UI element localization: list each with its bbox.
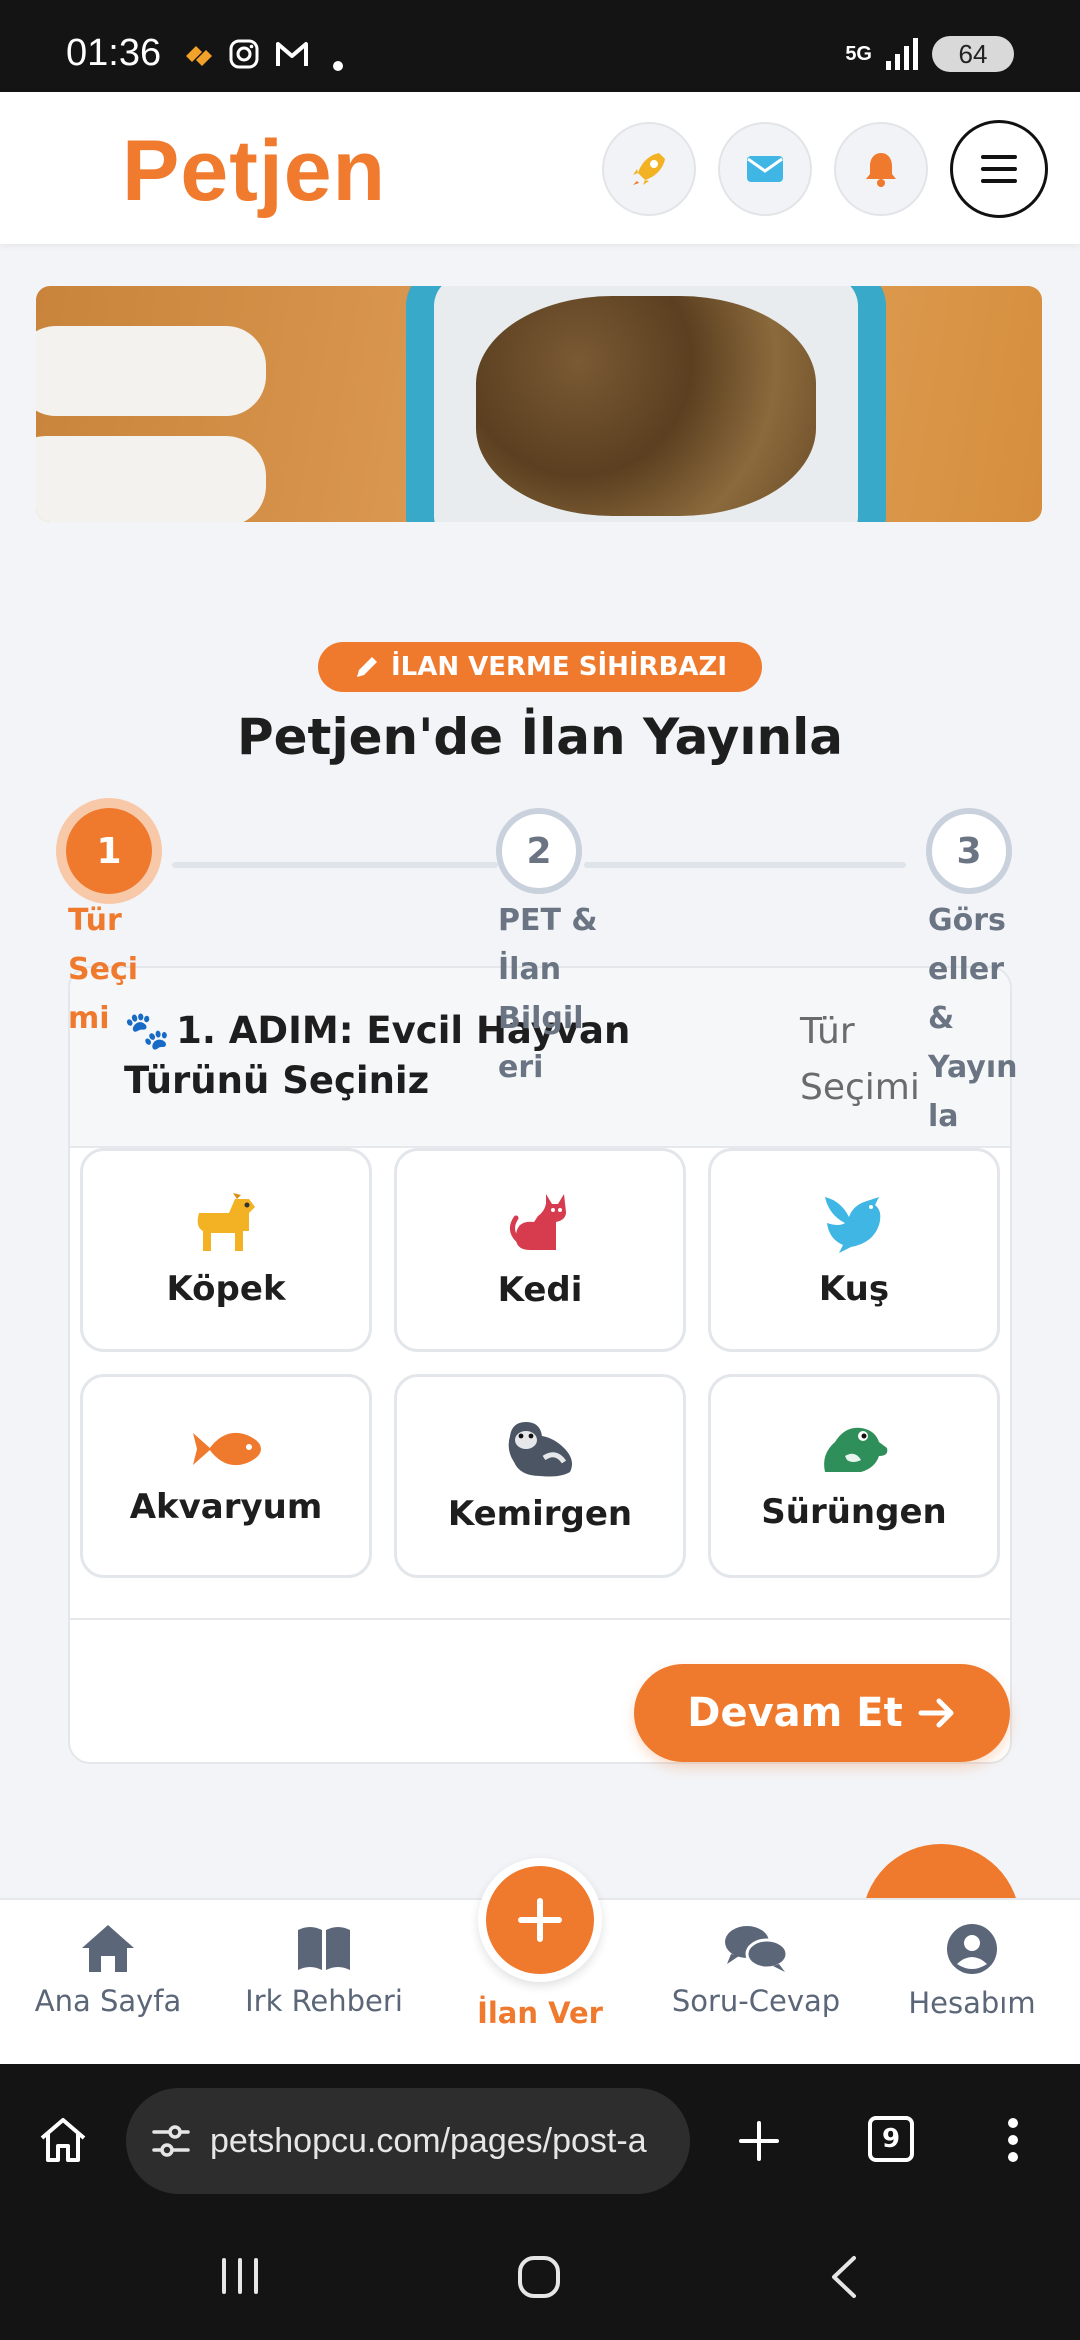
continue-button[interactable]: Devam Et: [634, 1664, 1010, 1762]
rocket-icon: [633, 153, 665, 185]
user-circle-icon: [947, 1924, 997, 1974]
more-notifications-icon: [333, 61, 343, 71]
nav-breed-guide[interactable]: Irk Rehberi: [224, 1922, 424, 2018]
step-3-label: Görs eller & Yayın la: [928, 903, 1018, 1134]
bell-icon: [866, 153, 896, 187]
boost-button[interactable]: [602, 122, 696, 216]
nav-post-ad-button[interactable]: [478, 1858, 602, 1982]
pet-option-dog[interactable]: Köpek: [80, 1148, 372, 1352]
browser-home-icon[interactable]: [38, 2116, 88, 2164]
frog-icon: [824, 1427, 888, 1472]
pet-option-label: Akvaryum: [129, 1487, 323, 1527]
pet-option-label: Köpek: [166, 1269, 286, 1309]
pet-option-bird[interactable]: Kuş: [708, 1148, 1000, 1352]
hero-banner: [36, 286, 1042, 522]
fish-icon: [193, 1432, 261, 1466]
chat-bubbles-icon: [725, 1926, 789, 1972]
back-icon[interactable]: [826, 2254, 860, 2300]
pet-option-aquarium[interactable]: Akvaryum: [80, 1374, 372, 1578]
nav-account[interactable]: Hesabım: [872, 1922, 1072, 2020]
nav-post-ad-label: İlan Ver: [477, 1996, 603, 2030]
step-1-label: Tür Seçi mi: [68, 903, 139, 1036]
pencil-icon: [356, 657, 377, 677]
book-icon: [298, 1927, 350, 1970]
step-1-indicator[interactable]: 1: [66, 808, 152, 894]
pet-option-label: Kuş: [818, 1269, 890, 1309]
app-notification-icon: [186, 46, 212, 66]
cat-icon: [510, 1194, 566, 1250]
instagram-icon: [229, 39, 259, 69]
tab-switcher-button[interactable]: 9: [868, 2116, 914, 2162]
envelope-icon: [747, 156, 783, 182]
stepper-line: [172, 862, 498, 868]
step-2-indicator[interactable]: 2: [496, 808, 582, 894]
card-divider: [70, 1618, 1010, 1620]
home-icon: [82, 1925, 134, 1972]
gmail-icon: [276, 42, 308, 66]
url-text: petshopcu.com/pages/post-a: [210, 2121, 647, 2160]
hamburger-icon: [981, 155, 1017, 159]
pet-option-reptile[interactable]: Sürüngen: [708, 1374, 1000, 1578]
petjen-logo[interactable]: Petjen: [122, 122, 386, 221]
pet-option-label: Kedi: [497, 1270, 583, 1310]
nav-qa[interactable]: Soru-Cevap: [656, 1922, 856, 2018]
network-type: 5G: [845, 42, 872, 65]
address-bar[interactable]: petshopcu.com/pages/post-a: [126, 2088, 690, 2194]
logo-text: Petjen: [122, 123, 387, 219]
battery-level: 64: [958, 38, 988, 69]
status-time: 01:36: [66, 32, 162, 74]
pet-option-label: Sürüngen: [761, 1492, 947, 1532]
messages-button[interactable]: [718, 122, 812, 216]
pet-food-image: [476, 296, 816, 516]
system-navigation-bar: [0, 2216, 1080, 2340]
browser-toolbar: petshopcu.com/pages/post-a 9: [0, 2064, 1080, 2216]
status-bar: 01:36 5G 64: [0, 0, 1080, 92]
plus-icon: [518, 1898, 562, 1942]
hamburger-menu-button[interactable]: [950, 120, 1048, 218]
step-2-label: PET & İlan Bilgil eri: [498, 903, 598, 1085]
pet-option-cat[interactable]: Kedi: [394, 1148, 686, 1352]
wizard-badge-text: İLAN VERME SİHİRBAZI: [390, 652, 728, 682]
pet-option-label: Kemirgen: [447, 1494, 633, 1534]
pet-option-rodent[interactable]: Kemirgen: [394, 1374, 686, 1578]
battery-icon: 64: [932, 36, 1014, 72]
otter-icon: [508, 1422, 572, 1477]
arrow-right-icon: [918, 1698, 954, 1728]
nav-home[interactable]: Ana Sayfa: [8, 1922, 208, 2018]
signal-icon: [886, 38, 918, 70]
page-title: Petjen'de İlan Yayınla: [236, 708, 844, 766]
dog-paw-image: [36, 326, 266, 416]
bird-icon: [825, 1197, 881, 1253]
dog-icon: [197, 1193, 255, 1251]
wizard-badge: İLAN VERME SİHİRBAZI: [318, 642, 762, 692]
app-header: Petjen: [0, 92, 1080, 244]
browser-menu-icon[interactable]: [1006, 2116, 1020, 2164]
site-settings-icon: [152, 2125, 190, 2157]
step-3-indicator[interactable]: 3: [926, 808, 1012, 894]
recent-apps-icon[interactable]: [218, 2256, 262, 2296]
new-tab-icon[interactable]: [738, 2120, 780, 2162]
home-system-icon[interactable]: [516, 2254, 562, 2300]
notifications-button[interactable]: [834, 122, 928, 216]
